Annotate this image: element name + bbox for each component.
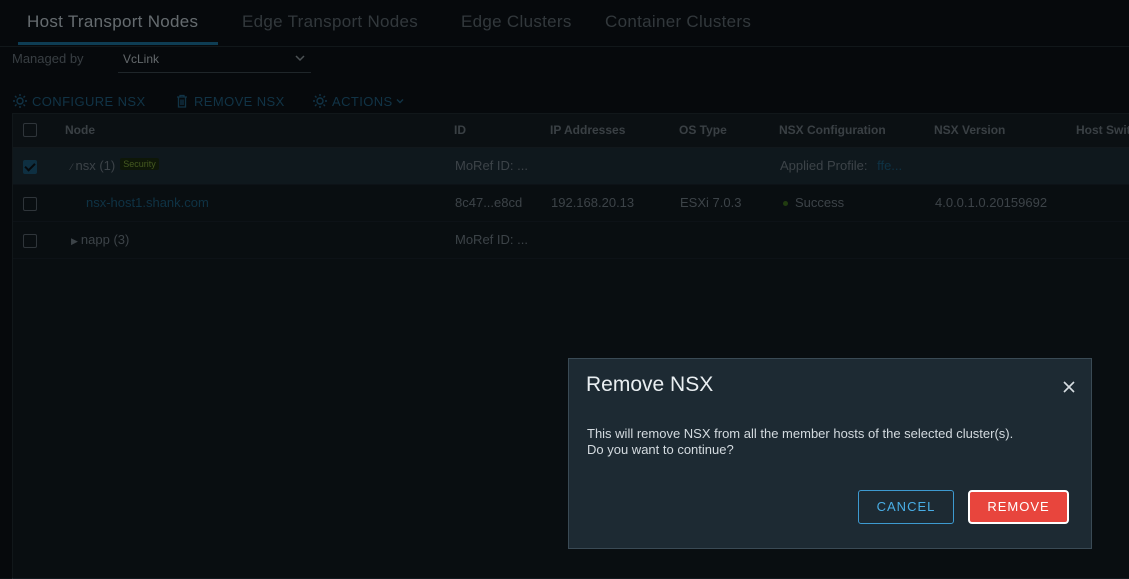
remove-nsx-dialog: Remove NSX This will remove NSX from all… xyxy=(568,358,1092,549)
remove-button[interactable]: REMOVE xyxy=(968,490,1069,524)
dialog-message-line: Do you want to continue? xyxy=(587,442,734,457)
close-icon[interactable] xyxy=(1061,379,1077,395)
dialog-title: Remove NSX xyxy=(586,373,714,396)
dialog-message-line: This will remove NSX from all the member… xyxy=(587,426,1014,441)
dialog-message: This will remove NSX from all the member… xyxy=(587,426,1077,458)
cancel-button[interactable]: CANCEL xyxy=(858,490,954,524)
